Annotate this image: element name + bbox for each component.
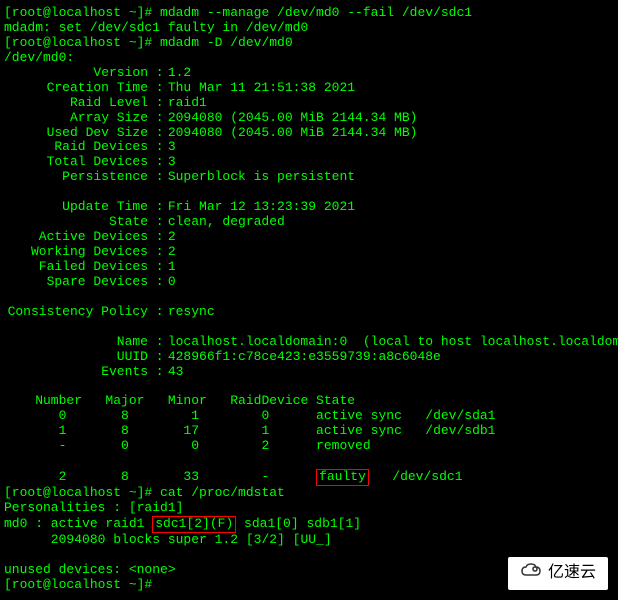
value-active-devices: 2 (168, 230, 176, 245)
value-spare-devices: 0 (168, 275, 176, 290)
label-failed-devices: Failed Devices (4, 260, 148, 275)
value-uuid: 428966f1:c78ce423:e3559739:a8c6048e (168, 350, 441, 365)
watermark-badge: 亿速云 (508, 557, 608, 590)
row-raid-devices: Raid Devices : 3 (4, 140, 614, 155)
faulty-highlight: faulty (316, 469, 369, 486)
row-uuid: UUID : 428966f1:c78ce423:e3559739:a8c604… (4, 350, 614, 365)
row-update-time: Update Time : Fri Mar 12 13:23:39 2021 (4, 200, 614, 215)
row-used-dev-size: Used Dev Size : 2094080 (2045.00 MiB 214… (4, 126, 614, 141)
label-working-devices: Working Devices (4, 245, 148, 260)
value-name: localhost.localdomain:0 (local to host l… (168, 335, 618, 350)
row-events: Events : 43 (4, 365, 614, 380)
row-failed-devices: Failed Devices : 1 (4, 260, 614, 275)
row-state: State : clean, degraded (4, 215, 614, 230)
faulty-row-pre: 2 8 33 - (4, 469, 316, 484)
blank-5 (4, 454, 614, 469)
label-raid-devices: Raid Devices (4, 140, 148, 155)
row-array-size: Array Size : 2094080 (2045.00 MiB 2144.3… (4, 111, 614, 126)
label-array-size: Array Size (4, 111, 148, 126)
value-failed-devices: 1 (168, 260, 176, 275)
label-uuid: UUID (4, 350, 148, 365)
label-used-dev-size: Used Dev Size (4, 126, 148, 141)
value-persistence: Superblock is persistent (168, 170, 355, 185)
label-total-devices: Total Devices (4, 155, 148, 170)
sdc1-highlight: sdc1[2](F) (152, 516, 236, 533)
label-creation-time: Creation Time (4, 81, 148, 96)
device-table-header: Number Major Minor RaidDevice State (4, 394, 614, 409)
device-row-1: 1 8 17 1 active sync /dev/sdb1 (4, 424, 614, 439)
cloud-icon (520, 563, 544, 584)
blank-2 (4, 290, 614, 305)
device-header: /dev/md0: (4, 51, 614, 66)
label-update-time: Update Time (4, 200, 148, 215)
label-version: Version (4, 66, 148, 81)
md0-post: sda1[0] sdb1[1] (236, 516, 361, 531)
label-active-devices: Active Devices (4, 230, 148, 245)
value-creation-time: Thu Mar 11 21:51:38 2021 (168, 81, 355, 96)
value-working-devices: 2 (168, 245, 176, 260)
label-state: State (4, 215, 148, 230)
cmd-mdadm-fail: [root@localhost ~]# mdadm --manage /dev/… (4, 6, 614, 21)
personalities-line: Personalities : [raid1] (4, 501, 614, 516)
row-spare-devices: Spare Devices : 0 (4, 275, 614, 290)
value-consistency-policy: resync (168, 305, 215, 320)
value-array-size: 2094080 (2045.00 MiB 2144.34 MB) (168, 111, 418, 126)
label-name: Name (4, 335, 148, 350)
cmd-mdadm-detail: [root@localhost ~]# mdadm -D /dev/md0 (4, 36, 614, 51)
cmd-cat-mdstat: [root@localhost ~]# cat /proc/mdstat (4, 486, 614, 501)
row-version: Version : 1.2 (4, 66, 614, 81)
row-active-devices: Active Devices : 2 (4, 230, 614, 245)
device-row-2: - 0 0 2 removed (4, 439, 614, 454)
row-raid-level: Raid Level : raid1 (4, 96, 614, 111)
value-update-time: Fri Mar 12 13:23:39 2021 (168, 200, 355, 215)
label-persistence: Persistence (4, 170, 148, 185)
faulty-row-post: /dev/sdc1 (369, 469, 463, 484)
value-raid-level: raid1 (168, 96, 207, 111)
mdadm-output: mdadm: set /dev/sdc1 faulty in /dev/md0 (4, 21, 614, 36)
label-raid-level: Raid Level (4, 96, 148, 111)
row-creation-time: Creation Time : Thu Mar 11 21:51:38 2021 (4, 81, 614, 96)
blank-3 (4, 320, 614, 335)
row-consistency-policy: Consistency Policy : resync (4, 305, 614, 320)
value-state: clean, degraded (168, 215, 285, 230)
device-row-faulty: 2 8 33 - faulty /dev/sdc1 (4, 469, 614, 486)
row-name: Name : localhost.localdomain:0 (local to… (4, 335, 614, 350)
label-spare-devices: Spare Devices (4, 275, 148, 290)
md0-line: md0 : active raid1 sdc1[2](F) sda1[0] sd… (4, 516, 614, 533)
row-total-devices: Total Devices : 3 (4, 155, 614, 170)
label-events: Events (4, 365, 148, 380)
value-version: 1.2 (168, 66, 191, 81)
row-persistence: Persistence : Superblock is persistent (4, 170, 614, 185)
row-working-devices: Working Devices : 2 (4, 245, 614, 260)
blank-1 (4, 185, 614, 200)
watermark-text: 亿速云 (548, 564, 596, 582)
label-consistency-policy: Consistency Policy (4, 305, 148, 320)
value-events: 43 (168, 365, 184, 380)
blocks-line: 2094080 blocks super 1.2 [3/2] [UU_] (4, 533, 614, 548)
value-total-devices: 3 (168, 155, 176, 170)
md0-pre: md0 : active raid1 (4, 516, 152, 531)
value-raid-devices: 3 (168, 140, 176, 155)
device-row-0: 0 8 1 0 active sync /dev/sda1 (4, 409, 614, 424)
value-used-dev-size: 2094080 (2045.00 MiB 2144.34 MB) (168, 126, 418, 141)
blank-4 (4, 379, 614, 394)
